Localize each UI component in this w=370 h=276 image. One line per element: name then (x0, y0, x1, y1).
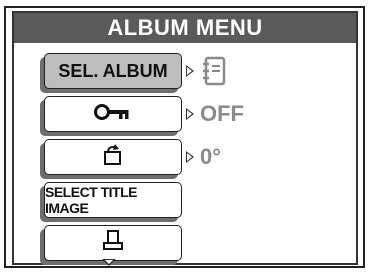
album-menu-panel: ALBUM MENU SEL. ALBUM OFF 0° SELECT TITL… (12, 11, 358, 266)
key-icon (93, 102, 133, 127)
more-below-arrow-icon[interactable] (102, 259, 116, 266)
album-book-icon (202, 56, 228, 91)
sel-album-button[interactable]: SEL. ALBUM (44, 53, 182, 89)
submenu-arrow-icon (186, 108, 194, 120)
select-title-image-button[interactable]: SELECT TITLE IMAGE (44, 182, 182, 218)
submenu-arrow-icon (186, 65, 194, 77)
rotate-button[interactable] (44, 139, 182, 175)
rotate-icon (101, 143, 125, 172)
submenu-arrow-icon (186, 151, 194, 163)
menu-title: ALBUM MENU (14, 13, 356, 43)
print-icon (102, 229, 124, 258)
sel-album-label: SEL. ALBUM (58, 60, 168, 81)
rotate-value: 0° (200, 144, 222, 169)
protect-button[interactable] (44, 96, 182, 132)
camera-lcd-screen: ALBUM MENU SEL. ALBUM OFF 0° SELECT TITL… (4, 6, 365, 268)
print-button[interactable] (44, 225, 182, 261)
protect-value: OFF (200, 101, 244, 126)
select-title-image-label: SELECT TITLE IMAGE (45, 184, 138, 216)
